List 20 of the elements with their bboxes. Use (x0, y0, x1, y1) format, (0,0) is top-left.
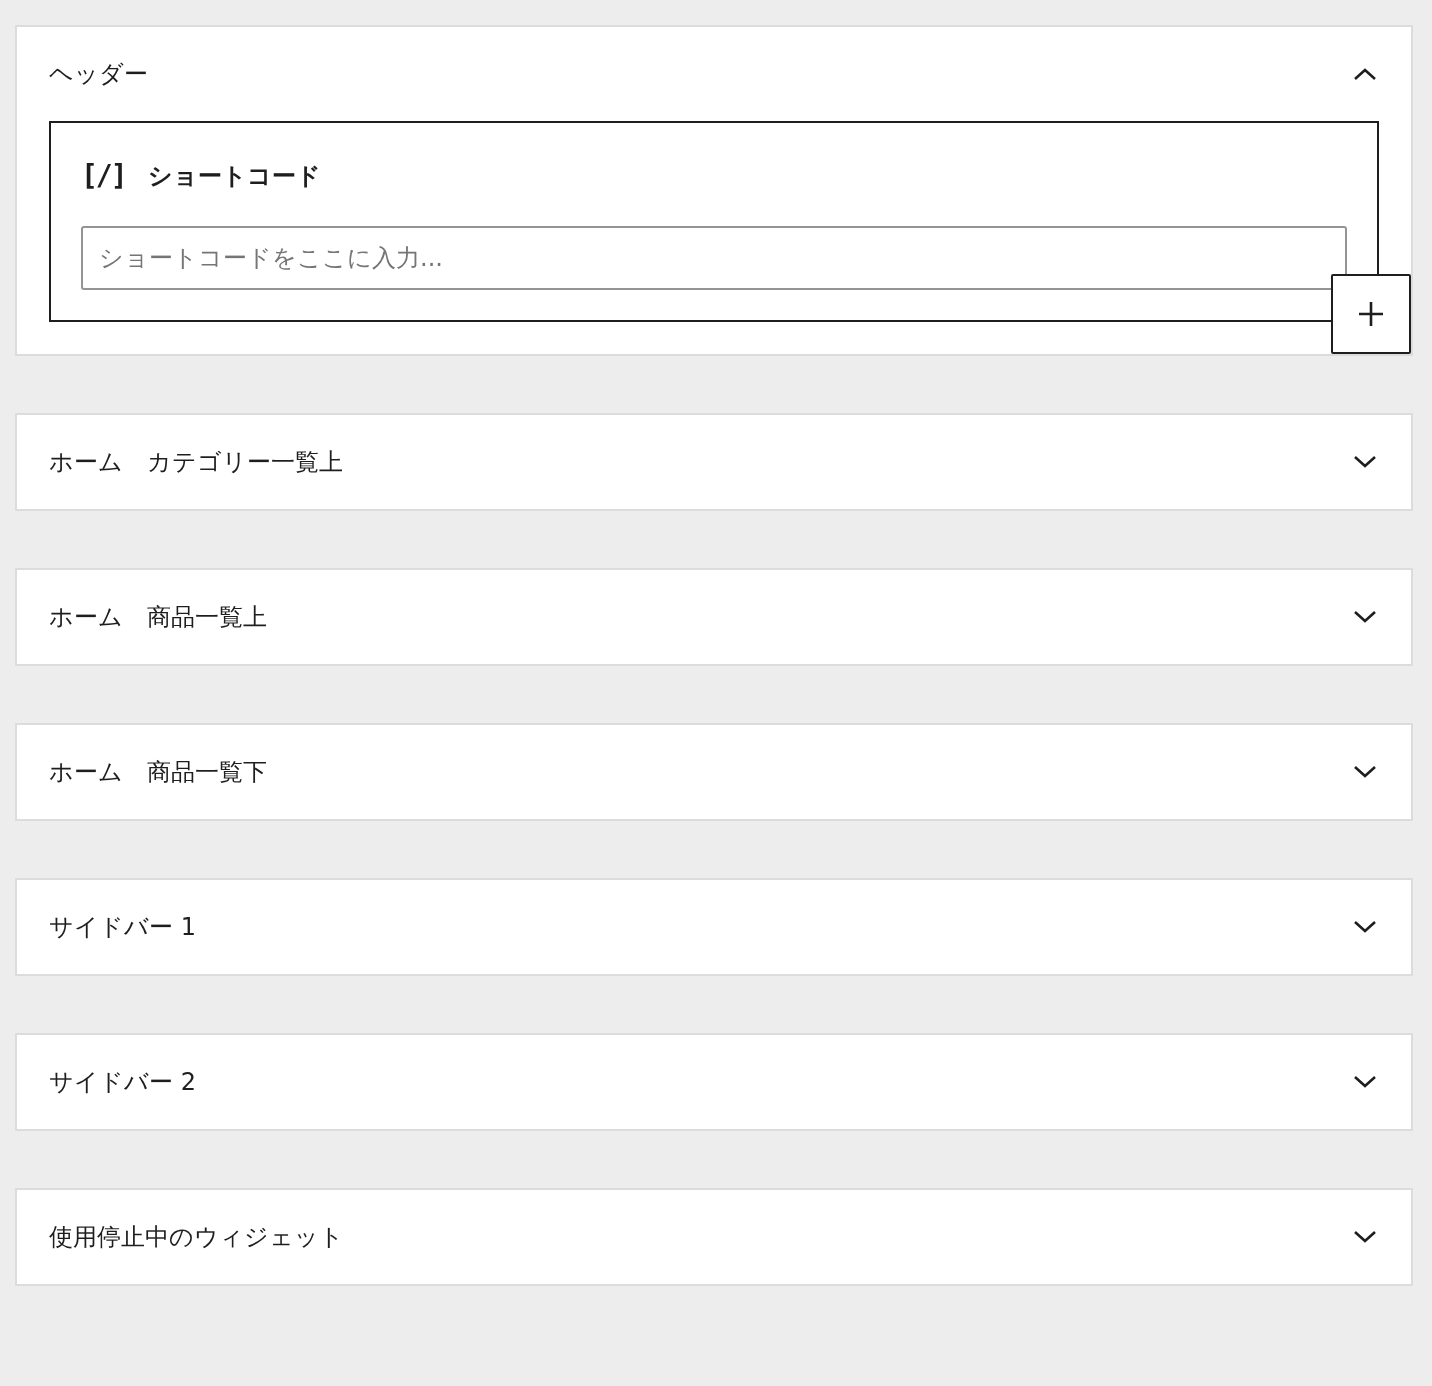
shortcode-input-field[interactable]: ショートコードをここに入力... (81, 226, 1347, 290)
widget-area-title: 使用停止中のウィジェット (49, 1222, 344, 1253)
widget-area-header[interactable]: サイドバー 2 (17, 1035, 1411, 1129)
widget-area-title: サイドバー 2 (49, 1067, 196, 1098)
widget-area-header[interactable]: ヘッダー (17, 27, 1411, 121)
shortcode-icon: [/] (81, 159, 126, 192)
widget-area-header[interactable]: ホーム 商品一覧下 (17, 725, 1411, 819)
plus-icon (1357, 300, 1385, 328)
widget-area-header[interactable]: 使用停止中のウィジェット (17, 1190, 1411, 1284)
shortcode-block[interactable]: [/] ショートコード ショートコードをここに入力... (49, 121, 1379, 322)
widget-area-header[interactable]: ホーム 商品一覧上 (17, 570, 1411, 664)
block-title: ショートコード (147, 160, 321, 192)
add-block-button[interactable] (1331, 274, 1411, 354)
widget-area-title: ホーム 商品一覧上 (49, 602, 267, 633)
widget-area-title: ホーム 商品一覧下 (49, 757, 267, 788)
widget-area-title: ホーム カテゴリー一覧上 (49, 447, 343, 478)
widget-area-header[interactable]: サイドバー 1 (17, 880, 1411, 974)
widget-area-title: ヘッダー (49, 59, 148, 90)
widget-area-header[interactable]: ホーム カテゴリー一覧上 (17, 415, 1411, 509)
widget-area-title: サイドバー 1 (49, 912, 196, 943)
